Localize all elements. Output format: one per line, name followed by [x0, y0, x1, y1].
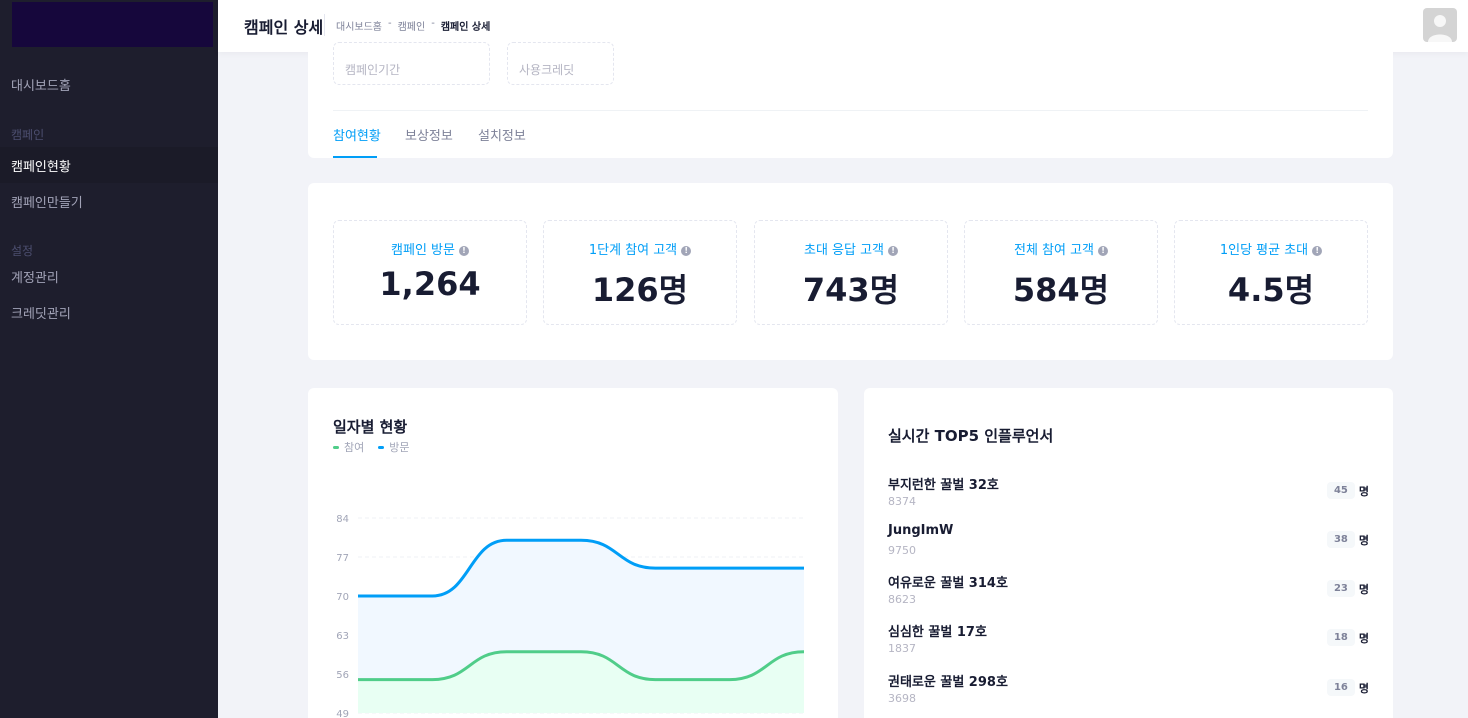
info-icon[interactable]: ! [458, 246, 469, 256]
count-badge: 16 [1326, 679, 1355, 696]
info-icon[interactable]: ! [1098, 246, 1109, 256]
influencer-name: 여유로운 꿀벌 314호 [888, 576, 1008, 591]
stat-label: 전체 참여 고객 [1013, 243, 1095, 258]
stat-step1-participants: 1단계 참여 고객! 126명 [543, 220, 737, 325]
influencer-count: 45 명 [1326, 482, 1369, 499]
breadcrumb-separator: - [431, 18, 435, 29]
stat-value: 584명 [1012, 271, 1110, 309]
list-item[interactable]: JungImW 9750 38 명 [888, 523, 1369, 563]
sidebar-item-account[interactable]: 계정관리 [0, 258, 218, 294]
breadcrumb-current: 캠페인 상세 [440, 22, 491, 33]
top5-title: 실시간 TOP5 인플루언서 [888, 427, 1054, 445]
sidebar-item-campaign-status[interactable]: 캠페인현황 [0, 147, 218, 183]
y-tick-label: 77 [336, 553, 349, 564]
avatar[interactable] [1423, 8, 1457, 42]
top5-influencers-card: 실시간 TOP5 인플루언서 부지런한 꿀벌 32호 8374 45 명 Jung… [864, 388, 1393, 718]
title-divider [324, 14, 325, 36]
active-tab-indicator [333, 156, 377, 158]
info-icon[interactable]: ! [1312, 246, 1323, 256]
y-tick-label: 49 [336, 709, 349, 718]
influencer-count: 16 명 [1326, 679, 1369, 696]
influencer-id: 8374 [888, 495, 916, 508]
tab-participation[interactable]: 참여현황 [333, 125, 381, 144]
count-badge: 45 [1326, 482, 1355, 499]
sidebar-item-label: 캠페인만들기 [11, 195, 83, 211]
influencer-count: 18 명 [1326, 629, 1369, 646]
influencer-count: 38 명 [1326, 531, 1369, 548]
stat-value: 126명 [591, 271, 689, 309]
daily-line-chart: 84 77 70 63 56 49 [336, 514, 805, 718]
tab-install-info[interactable]: 설치정보 [478, 125, 526, 144]
count-unit: 명 [1358, 631, 1369, 645]
stat-invite-responders: 초대 응답 고객! 743명 [754, 220, 948, 325]
stat-label: 캠페인 방문 [391, 243, 455, 258]
stat-value: 4.5명 [1227, 271, 1315, 309]
used-credit-label: 사용크레딧 [519, 63, 575, 77]
stat-value: 743명 [802, 271, 900, 309]
stat-total-participants: 전체 참여 고객! 584명 [964, 220, 1158, 325]
sidebar-item-label: 대시보드홈 [11, 78, 71, 94]
list-item[interactable]: 여유로운 꿀벌 314호 8623 23 명 [888, 572, 1369, 612]
campaign-summary-card: 캠페인기간 사용크레딧 참여현황 보상정보 설치정보 [308, 42, 1393, 158]
list-item[interactable]: 심심한 꿀벌 17호 1837 18 명 [888, 621, 1369, 661]
stat-campaign-visits: 캠페인 방문! 1,264 [333, 220, 527, 325]
user-icon [1428, 15, 1452, 42]
influencer-id: 1837 [888, 642, 916, 655]
breadcrumb-home[interactable]: 대시보드홈 [336, 18, 382, 33]
y-tick-label: 84 [336, 514, 349, 525]
y-tick-label: 56 [336, 670, 349, 681]
divider [333, 110, 1368, 111]
y-tick-label: 70 [336, 592, 349, 603]
sidebar-section-campaign: 캠페인 [11, 128, 45, 142]
tab-reward-info[interactable]: 보상정보 [405, 125, 453, 144]
breadcrumb-separator: - [388, 18, 392, 29]
sidebar-item-label: 계정관리 [11, 270, 59, 286]
count-unit: 명 [1358, 582, 1369, 596]
influencer-id: 8623 [888, 593, 916, 606]
count-unit: 명 [1358, 484, 1369, 498]
stat-value: 1,264 [379, 265, 481, 303]
count-unit: 명 [1358, 533, 1369, 547]
influencer-name: 권태로운 꿀벌 298호 [888, 675, 1008, 690]
stat-label: 초대 응답 고객 [803, 243, 885, 258]
count-badge: 38 [1326, 531, 1355, 548]
sidebar-item-label: 크레딧관리 [11, 306, 71, 322]
influencer-name: 심심한 꿀벌 17호 [888, 625, 987, 640]
campaign-period-box: 캠페인기간 [333, 42, 490, 85]
campaign-period-label: 캠페인기간 [345, 63, 401, 77]
list-item[interactable]: 권태로운 꿀벌 298호 3698 16 명 [888, 671, 1369, 711]
influencer-id: 3698 [888, 692, 916, 705]
used-credit-box: 사용크레딧 [507, 42, 614, 85]
y-tick-label: 63 [336, 631, 349, 642]
count-badge: 18 [1326, 629, 1355, 646]
stat-label: 1인당 평균 초대 [1219, 243, 1309, 258]
breadcrumb-campaign[interactable]: 캠페인 [398, 18, 426, 33]
sidebar-item-label: 캠페인현황 [11, 159, 71, 175]
daily-status-card: 일자별 현황 참여 방문 84 77 70 63 56 49 [308, 388, 838, 718]
influencer-id: 9750 [888, 544, 916, 557]
count-badge: 23 [1326, 580, 1355, 597]
stats-card: 캠페인 방문! 1,264 1단계 참여 고객! 126명 초대 응답 고객! … [308, 183, 1393, 360]
sidebar-item-home[interactable]: 대시보드홈 [0, 66, 218, 102]
stat-avg-invites: 1인당 평균 초대! 4.5명 [1174, 220, 1368, 325]
info-icon[interactable]: ! [681, 246, 692, 256]
stat-label: 1단계 참여 고객 [588, 243, 678, 258]
count-unit: 명 [1358, 681, 1369, 695]
breadcrumb: 대시보드홈 - 캠페인 - 캠페인 상세 [336, 18, 490, 33]
sidebar-item-campaign-create[interactable]: 캠페인만들기 [0, 183, 218, 219]
influencer-name: 부지런한 꿀벌 32호 [888, 478, 999, 493]
brand-logo[interactable] [12, 2, 213, 47]
list-item[interactable]: 부지런한 꿀벌 32호 8374 45 명 [888, 474, 1369, 514]
influencer-name: JungImW [888, 523, 954, 538]
influencer-count: 23 명 [1326, 580, 1369, 597]
sidebar: 대시보드홈 캠페인 캠페인현황 캠페인만들기 설정 계정관리 크레딧관리 [0, 0, 218, 718]
page-title: 캠페인 상세 [244, 18, 324, 37]
info-icon[interactable]: ! [888, 246, 899, 256]
sidebar-section-settings: 설정 [11, 244, 34, 258]
sidebar-item-credit[interactable]: 크레딧관리 [0, 294, 218, 330]
